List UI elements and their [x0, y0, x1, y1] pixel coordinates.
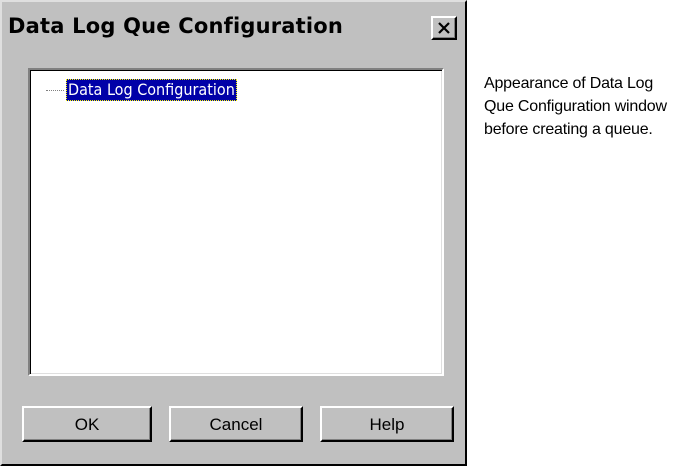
- ok-button[interactable]: OK: [22, 406, 152, 442]
- tree-connector-line: [46, 90, 64, 91]
- tree-view[interactable]: Data Log Configuration: [28, 68, 444, 376]
- help-button[interactable]: Help: [320, 406, 454, 442]
- cancel-button[interactable]: Cancel: [169, 406, 303, 442]
- tree-node-data-log-configuration[interactable]: Data Log Configuration: [66, 79, 237, 101]
- title-bar[interactable]: Data Log Que Configuration: [6, 10, 461, 46]
- data-log-que-configuration-dialog: Data Log Que Configuration Data Log Conf…: [0, 0, 467, 466]
- window-title: Data Log Que Configuration: [8, 14, 344, 38]
- close-button[interactable]: [431, 16, 457, 40]
- figure: Data Log Que Configuration Data Log Conf…: [0, 0, 681, 468]
- figure-caption: Appearance of Data Log Que Configuration…: [484, 75, 667, 138]
- close-icon: [438, 22, 450, 34]
